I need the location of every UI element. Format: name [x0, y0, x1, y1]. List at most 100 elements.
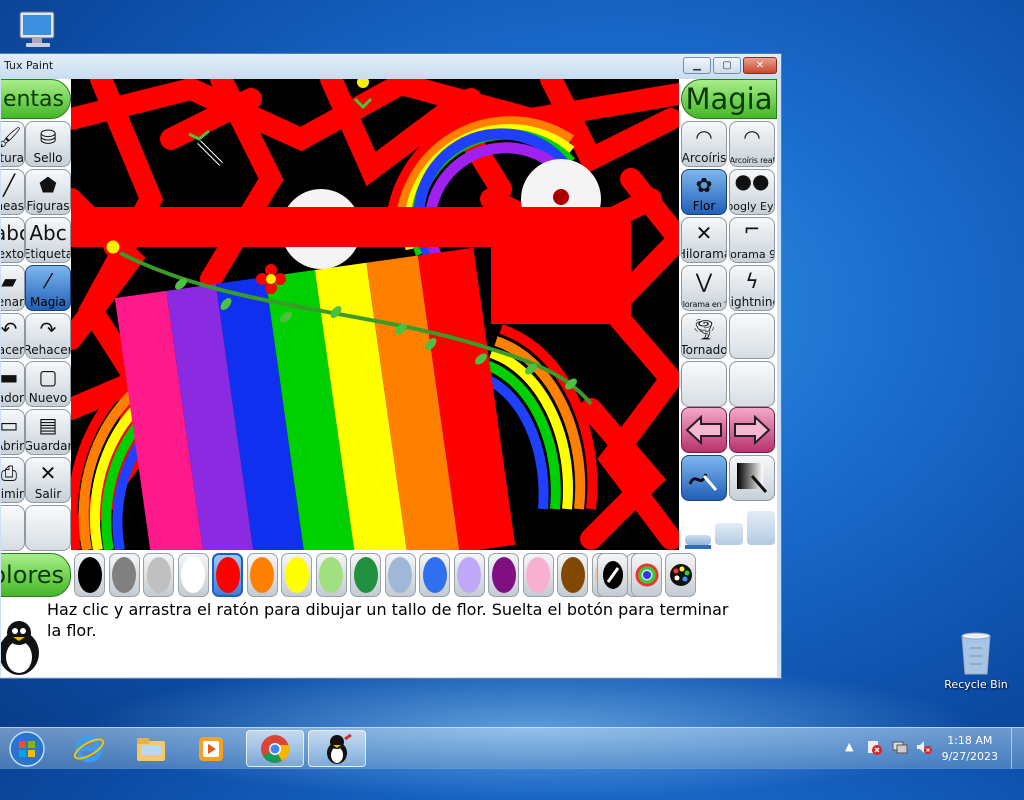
tool-pintura-button[interactable]: 🖌 Pintura: [1, 121, 25, 167]
magic-label: Lightning: [730, 295, 774, 309]
magic-mode-paint-button[interactable]: [681, 455, 727, 501]
minimize-button[interactable]: ▁: [683, 57, 711, 74]
close-button[interactable]: ✕: [743, 57, 777, 74]
tool-label: Salir: [34, 487, 62, 501]
tool-label: Imprimir: [1, 487, 24, 501]
magic-rainbow-button[interactable]: ◠ Arcoíris: [681, 121, 727, 167]
magic-string-art-90-button[interactable]: ⌐ Hilorama 90º: [729, 217, 775, 263]
save-icon: ▤: [38, 413, 58, 437]
color-dot: [491, 557, 516, 593]
magic-label: Hilorama: [682, 247, 726, 261]
canvas-artwork: [71, 79, 679, 550]
string-art-v-icon: ⋁: [695, 269, 713, 293]
computer-desktop-icon[interactable]: [14, 8, 62, 52]
magic-next-button[interactable]: [729, 407, 775, 453]
tool-imprimir-button[interactable]: ⎙ Imprimir: [1, 457, 25, 503]
palette-button[interactable]: [665, 553, 696, 597]
tool-borrador-button[interactable]: ▬ Borrador: [1, 361, 25, 407]
drawing-canvas[interactable]: [71, 79, 679, 550]
magic-string-art-v-button[interactable]: ⋁ Hilorama en 'V': [681, 265, 727, 311]
color-swatch[interactable]: [212, 553, 243, 597]
color-swatch[interactable]: [177, 553, 209, 597]
color-dot: [77, 557, 102, 593]
color-swatch[interactable]: [246, 553, 278, 597]
color-swatch[interactable]: [419, 553, 450, 597]
tool-label: Magia: [29, 295, 66, 309]
tool-empty-slot: [25, 505, 71, 551]
magic-mode-fullscreen-button[interactable]: [729, 455, 775, 501]
open-icon: ▭: [1, 413, 19, 437]
magic-googly-eyes-button[interactable]: ●● Googly Eyes: [729, 169, 775, 215]
start-button[interactable]: [2, 730, 52, 767]
taskbar-internet-explorer[interactable]: [60, 730, 118, 767]
color-swatch[interactable]: [108, 553, 140, 597]
magic-flower-button[interactable]: ✿ Flor: [681, 169, 727, 215]
tool-label: Figuras: [26, 199, 70, 213]
colors-header: Colores: [1, 553, 71, 597]
color-swatch[interactable]: [350, 553, 381, 597]
tool-etiqueta-button[interactable]: Abc Etiqueta: [25, 217, 71, 263]
taskbar-chrome[interactable]: [246, 730, 304, 767]
show-hidden-icons-button[interactable]: ▲: [845, 740, 853, 753]
folder-icon: [137, 737, 165, 761]
tool-líneas-button[interactable]: ╱ Líneas: [1, 169, 25, 215]
paint-palette-icon: [669, 564, 692, 586]
tool-nuevo-button[interactable]: ▢ Nuevo: [25, 361, 71, 407]
action-center-icon[interactable]: [866, 739, 882, 755]
tool-texto-button[interactable]: abc Texto: [1, 217, 25, 263]
color-swatch[interactable]: [557, 553, 588, 597]
media-player-icon: [199, 736, 223, 761]
tool-figuras-button[interactable]: ⬟ Figuras: [25, 169, 71, 215]
tool-label: Texto: [1, 247, 24, 261]
color-swatch[interactable]: [488, 553, 519, 597]
color-swatch[interactable]: [143, 553, 174, 597]
color-picker-button[interactable]: [631, 553, 662, 597]
magic-prev-button[interactable]: [681, 407, 727, 453]
color-dot: [353, 557, 378, 593]
taskbar-tux-paint[interactable]: [308, 730, 366, 767]
tool-salir-button[interactable]: ✕ Salir: [25, 457, 71, 503]
taskbar: ▲ 1:18 AM 9/27/2023: [0, 727, 1024, 769]
system-clock[interactable]: 1:18 AM 9/27/2023: [942, 733, 998, 765]
paintbrush-icon: 🖌: [1, 126, 24, 148]
googly-eyes-icon: ●●: [734, 169, 770, 193]
eyedropper-button[interactable]: [597, 553, 628, 597]
window-titlebar[interactable]: Tux Paint ▁ ▢ ✕: [0, 54, 781, 79]
magic-string-art-button[interactable]: ✕ Hilorama: [681, 217, 727, 263]
taskbar-file-explorer[interactable]: [122, 730, 180, 767]
tool-label: Líneas: [1, 199, 24, 213]
tool-deshacer-button[interactable]: ↶ Deshacer: [1, 313, 25, 359]
size-slider[interactable]: [681, 503, 777, 551]
tool-guardar-button[interactable]: ▤ Guardar: [25, 409, 71, 455]
tool-label: Sello: [33, 151, 63, 165]
color-swatch[interactable]: [522, 553, 554, 597]
tool-abrir-button[interactable]: ▭ Abrir: [1, 409, 25, 455]
color-swatch[interactable]: [74, 553, 105, 597]
color-swatch[interactable]: [384, 553, 416, 597]
recycle-bin-desktop-icon[interactable]: Recycle Bin: [938, 628, 1014, 691]
real-rainbow-icon: ◠: [743, 125, 761, 149]
tool-empty-slot: [1, 505, 25, 551]
color-swatch[interactable]: [281, 553, 312, 597]
magic-real-rainbow-button[interactable]: ◠ Arcoíris real: [729, 121, 775, 167]
color-swatch[interactable]: [315, 553, 347, 597]
tool-label: Borrador: [1, 391, 24, 405]
network-icon[interactable]: [892, 739, 908, 755]
arrow-left-icon: [685, 415, 722, 445]
chain-icon: [602, 561, 623, 589]
color-swatch[interactable]: [453, 553, 485, 597]
tool-rellenar-button[interactable]: ▰ Rellenar: [1, 265, 25, 311]
tool-magia-button[interactable]: ⁄ Magia: [25, 265, 71, 311]
magic-lightning-button[interactable]: ϟ Lightning: [729, 265, 775, 311]
color-dot: [250, 557, 274, 593]
taskbar-media-player[interactable]: [182, 730, 240, 767]
volume-muted-icon[interactable]: [916, 739, 932, 755]
windows-orb-icon: [9, 730, 45, 767]
tool-sello-button[interactable]: ⛁ Sello: [25, 121, 71, 167]
chrome-icon: [261, 734, 290, 763]
show-desktop-button[interactable]: [1011, 728, 1024, 769]
magic-tornado-button[interactable]: 🌪 Tornado: [681, 313, 727, 359]
tool-rehacer-button[interactable]: ↷ Rehacer: [25, 313, 71, 359]
maximize-button[interactable]: ▢: [713, 57, 741, 74]
lines-icon: ╱: [2, 173, 16, 197]
